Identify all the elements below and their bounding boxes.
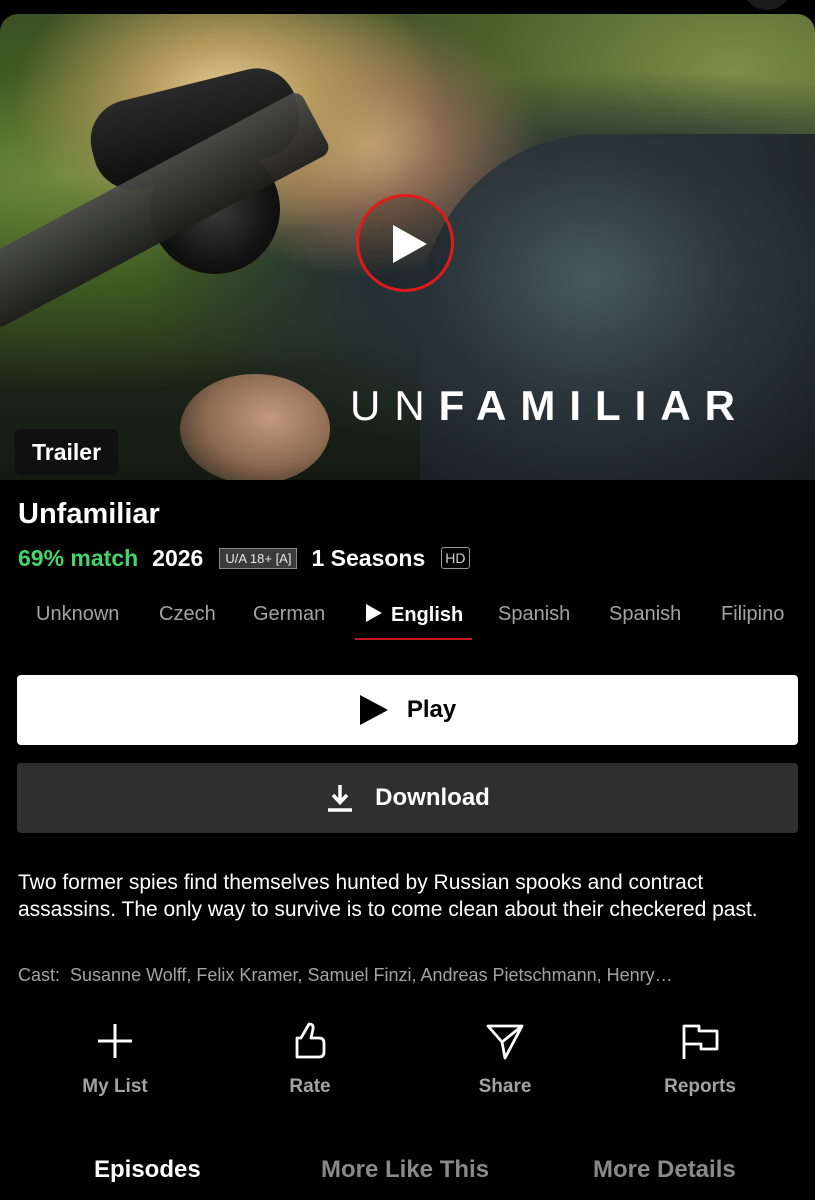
play-indicator-icon bbox=[366, 604, 382, 622]
seasons-count: 1 Seasons bbox=[311, 544, 426, 571]
lang-option-spanish[interactable]: Spanish bbox=[498, 603, 570, 626]
synopsis-text: Two former spies find themselves hunted … bbox=[18, 871, 758, 921]
flag-icon bbox=[620, 1018, 780, 1064]
play-icon bbox=[393, 225, 427, 263]
send-icon bbox=[425, 1018, 585, 1064]
share-label: Share bbox=[478, 1076, 532, 1097]
trailer-badge: Trailer bbox=[15, 429, 119, 475]
title-logo: UNFAMILIAR bbox=[350, 382, 749, 430]
tab-episodes[interactable]: Episodes bbox=[94, 1156, 201, 1184]
cast-names: Susanne Wolff, Felix Kramer, Samuel Finz… bbox=[70, 965, 673, 985]
reports-label: Reports bbox=[664, 1076, 736, 1097]
cast-label: Cast: bbox=[18, 965, 61, 985]
release-year: 2026 bbox=[152, 544, 204, 571]
my-list-label: My List bbox=[82, 1076, 148, 1097]
tab-more-like-this[interactable]: More Like This bbox=[321, 1156, 489, 1184]
play-button-label: Play bbox=[406, 696, 457, 723]
lang-option-unknown[interactable]: Unknown bbox=[36, 603, 119, 626]
plus-icon bbox=[35, 1018, 195, 1064]
hero-trailer-image[interactable]: UNFAMILIAR Trailer bbox=[0, 14, 815, 480]
hero-hand-shape bbox=[180, 374, 330, 480]
detail-tabs: Episodes More Like This More Details bbox=[0, 1150, 815, 1200]
thumbs-up-icon bbox=[230, 1018, 390, 1064]
rate-button[interactable]: Rate bbox=[230, 1018, 390, 1098]
title-logo-light: UN bbox=[350, 382, 439, 429]
lang-option-spanish-2[interactable]: Spanish bbox=[609, 603, 681, 626]
action-bar: My List Rate Share Reports bbox=[0, 1018, 815, 1108]
my-list-button[interactable]: My List bbox=[35, 1018, 195, 1098]
lang-option-german[interactable]: German bbox=[253, 603, 325, 626]
lang-option-english[interactable]: English bbox=[365, 603, 463, 627]
reports-button[interactable]: Reports bbox=[620, 1018, 780, 1098]
maturity-rating-badge: U/A 18+ [A] bbox=[219, 547, 298, 569]
play-button[interactable]: Play bbox=[17, 675, 798, 745]
meta-row: 69% match 2026 U/A 18+ [A] 1 Seasons HD bbox=[18, 542, 470, 574]
selected-language-underline bbox=[355, 638, 472, 640]
show-title: Unfamiliar bbox=[18, 498, 160, 530]
audio-language-selector: Unknown Czech German English Spanish Spa… bbox=[0, 597, 815, 641]
title-logo-bold: FAMILIAR bbox=[438, 382, 749, 429]
share-button[interactable]: Share bbox=[425, 1018, 585, 1098]
close-button[interactable] bbox=[742, 0, 792, 10]
trailer-play-button[interactable] bbox=[356, 194, 454, 292]
download-button-label: Download bbox=[375, 784, 490, 811]
cast-line[interactable]: Cast: Susanne Wolff, Felix Kramer, Samuel… bbox=[18, 965, 798, 986]
lang-option-filipino[interactable]: Filipino bbox=[721, 603, 784, 626]
lang-option-czech[interactable]: Czech bbox=[159, 603, 216, 626]
lang-option-english-label: English bbox=[391, 604, 464, 626]
hd-badge: HD bbox=[441, 547, 470, 569]
rate-label: Rate bbox=[289, 1076, 331, 1097]
tab-more-details[interactable]: More Details bbox=[593, 1156, 736, 1184]
download-button[interactable]: Download bbox=[17, 763, 798, 833]
match-percentage: 69% match bbox=[18, 544, 139, 571]
download-icon bbox=[325, 783, 355, 813]
play-icon bbox=[359, 694, 389, 726]
